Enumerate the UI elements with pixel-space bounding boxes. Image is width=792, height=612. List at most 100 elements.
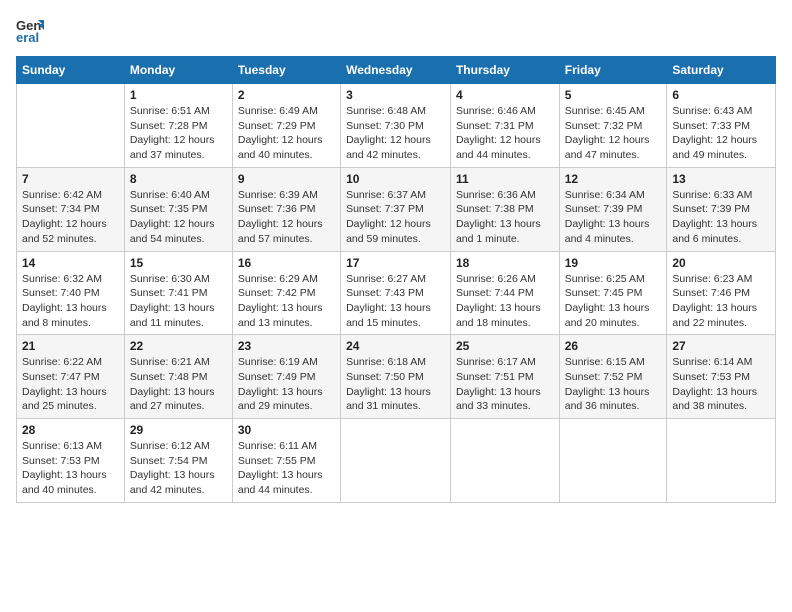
day-number: 9 bbox=[238, 172, 335, 186]
calendar-cell: 20 Sunrise: 6:23 AMSunset: 7:46 PMDayligh… bbox=[667, 251, 776, 335]
day-number: 22 bbox=[130, 339, 227, 353]
calendar-cell: 3 Sunrise: 6:48 AMSunset: 7:30 PMDaylight… bbox=[341, 84, 451, 168]
day-info: Sunrise: 6:39 AMSunset: 7:36 PMDaylight:… bbox=[238, 188, 335, 247]
general-blue-icon: Gen eral bbox=[16, 16, 44, 44]
calendar-week-row: 1Sunrise: 6:51 AMSunset: 7:28 PMDaylight… bbox=[17, 84, 776, 168]
calendar-cell bbox=[341, 419, 451, 503]
weekday-header: Thursday bbox=[450, 57, 559, 84]
day-number: 23 bbox=[238, 339, 335, 353]
weekday-header: Wednesday bbox=[341, 57, 451, 84]
calendar-cell: 4Sunrise: 6:46 AMSunset: 7:31 PMDaylight… bbox=[450, 84, 559, 168]
day-info: Sunrise: 6:48 AMSunset: 7:30 PMDaylight:… bbox=[346, 104, 445, 163]
calendar-cell: 27 Sunrise: 6:14 AMSunset: 7:53 PMDayligh… bbox=[667, 335, 776, 419]
day-number: 4 bbox=[456, 88, 554, 102]
day-info: Sunrise: 6:33 AMSunset: 7:39 PMDaylight:… bbox=[672, 188, 770, 247]
day-number: 18 bbox=[456, 256, 554, 270]
day-number: 29 bbox=[130, 423, 227, 437]
day-number: 17 bbox=[346, 256, 445, 270]
calendar-week-row: 21 Sunrise: 6:22 AMSunset: 7:47 PMDayligh… bbox=[17, 335, 776, 419]
calendar-cell: 14 Sunrise: 6:32 AMSunset: 7:40 PMDayligh… bbox=[17, 251, 125, 335]
calendar-cell bbox=[559, 419, 667, 503]
day-info: Sunrise: 6:12 AMSunset: 7:54 PMDaylight:… bbox=[130, 439, 227, 498]
day-number: 26 bbox=[565, 339, 662, 353]
day-number: 27 bbox=[672, 339, 770, 353]
day-number: 15 bbox=[130, 256, 227, 270]
calendar-cell: 29 Sunrise: 6:12 AMSunset: 7:54 PMDayligh… bbox=[124, 419, 232, 503]
calendar-header-row: SundayMondayTuesdayWednesdayThursdayFrid… bbox=[17, 57, 776, 84]
day-info: Sunrise: 6:23 AMSunset: 7:46 PMDaylight:… bbox=[672, 272, 770, 331]
page-header: Gen eral bbox=[16, 16, 776, 44]
day-info: Sunrise: 6:15 AMSunset: 7:52 PMDaylight:… bbox=[565, 355, 662, 414]
day-number: 10 bbox=[346, 172, 445, 186]
calendar-cell: 13 Sunrise: 6:33 AMSunset: 7:39 PMDayligh… bbox=[667, 167, 776, 251]
day-info: Sunrise: 6:37 AMSunset: 7:37 PMDaylight:… bbox=[346, 188, 445, 247]
logo: Gen eral bbox=[16, 16, 48, 44]
calendar-week-row: 28Sunrise: 6:13 AMSunset: 7:53 PMDayligh… bbox=[17, 419, 776, 503]
calendar-cell: 30 Sunrise: 6:11 AMSunset: 7:55 PMDayligh… bbox=[232, 419, 340, 503]
day-number: 19 bbox=[565, 256, 662, 270]
day-number: 14 bbox=[22, 256, 119, 270]
day-info: Sunrise: 6:45 AMSunset: 7:32 PMDaylight:… bbox=[565, 104, 662, 163]
day-number: 20 bbox=[672, 256, 770, 270]
calendar-cell: 1Sunrise: 6:51 AMSunset: 7:28 PMDaylight… bbox=[124, 84, 232, 168]
day-info: Sunrise: 6:29 AMSunset: 7:42 PMDaylight:… bbox=[238, 272, 335, 331]
weekday-header: Tuesday bbox=[232, 57, 340, 84]
day-info: Sunrise: 6:25 AMSunset: 7:45 PMDaylight:… bbox=[565, 272, 662, 331]
calendar-cell: 21 Sunrise: 6:22 AMSunset: 7:47 PMDayligh… bbox=[17, 335, 125, 419]
day-info: Sunrise: 6:40 AMSunset: 7:35 PMDaylight:… bbox=[130, 188, 227, 247]
day-info: Sunrise: 6:49 AMSunset: 7:29 PMDaylight:… bbox=[238, 104, 335, 163]
day-number: 8 bbox=[130, 172, 227, 186]
calendar-cell bbox=[17, 84, 125, 168]
day-info: Sunrise: 6:34 AMSunset: 7:39 PMDaylight:… bbox=[565, 188, 662, 247]
calendar-cell: 22 Sunrise: 6:21 AMSunset: 7:48 PMDayligh… bbox=[124, 335, 232, 419]
day-info: Sunrise: 6:26 AMSunset: 7:44 PMDaylight:… bbox=[456, 272, 554, 331]
day-number: 12 bbox=[565, 172, 662, 186]
calendar-body: 1Sunrise: 6:51 AMSunset: 7:28 PMDaylight… bbox=[17, 84, 776, 503]
calendar-cell: 8 Sunrise: 6:40 AMSunset: 7:35 PMDaylight… bbox=[124, 167, 232, 251]
calendar-week-row: 14 Sunrise: 6:32 AMSunset: 7:40 PMDayligh… bbox=[17, 251, 776, 335]
day-info: Sunrise: 6:43 AMSunset: 7:33 PMDaylight:… bbox=[672, 104, 770, 163]
day-number: 11 bbox=[456, 172, 554, 186]
day-info: Sunrise: 6:36 AMSunset: 7:38 PMDaylight:… bbox=[456, 188, 554, 247]
day-info: Sunrise: 6:30 AMSunset: 7:41 PMDaylight:… bbox=[130, 272, 227, 331]
day-number: 24 bbox=[346, 339, 445, 353]
day-number: 21 bbox=[22, 339, 119, 353]
calendar-cell: 9 Sunrise: 6:39 AMSunset: 7:36 PMDaylight… bbox=[232, 167, 340, 251]
day-info: Sunrise: 6:42 AMSunset: 7:34 PMDaylight:… bbox=[22, 188, 119, 247]
calendar-cell: 25Sunrise: 6:17 AMSunset: 7:51 PMDayligh… bbox=[450, 335, 559, 419]
day-number: 25 bbox=[456, 339, 554, 353]
day-number: 28 bbox=[22, 423, 119, 437]
calendar-cell: 26 Sunrise: 6:15 AMSunset: 7:52 PMDayligh… bbox=[559, 335, 667, 419]
calendar-cell: 23 Sunrise: 6:19 AMSunset: 7:49 PMDayligh… bbox=[232, 335, 340, 419]
day-info: Sunrise: 6:18 AMSunset: 7:50 PMDaylight:… bbox=[346, 355, 445, 414]
day-number: 13 bbox=[672, 172, 770, 186]
calendar-table: SundayMondayTuesdayWednesdayThursdayFrid… bbox=[16, 56, 776, 503]
day-info: Sunrise: 6:21 AMSunset: 7:48 PMDaylight:… bbox=[130, 355, 227, 414]
day-number: 1 bbox=[130, 88, 227, 102]
day-number: 5 bbox=[565, 88, 662, 102]
day-number: 2 bbox=[238, 88, 335, 102]
calendar-cell: 11 Sunrise: 6:36 AMSunset: 7:38 PMDayligh… bbox=[450, 167, 559, 251]
day-info: Sunrise: 6:19 AMSunset: 7:49 PMDaylight:… bbox=[238, 355, 335, 414]
calendar-cell bbox=[450, 419, 559, 503]
day-number: 16 bbox=[238, 256, 335, 270]
day-info: Sunrise: 6:11 AMSunset: 7:55 PMDaylight:… bbox=[238, 439, 335, 498]
day-number: 3 bbox=[346, 88, 445, 102]
calendar-cell: 12 Sunrise: 6:34 AMSunset: 7:39 PMDayligh… bbox=[559, 167, 667, 251]
day-info: Sunrise: 6:22 AMSunset: 7:47 PMDaylight:… bbox=[22, 355, 119, 414]
calendar-cell: 16 Sunrise: 6:29 AMSunset: 7:42 PMDayligh… bbox=[232, 251, 340, 335]
calendar-cell: 7Sunrise: 6:42 AMSunset: 7:34 PMDaylight… bbox=[17, 167, 125, 251]
weekday-header: Saturday bbox=[667, 57, 776, 84]
calendar-cell: 24 Sunrise: 6:18 AMSunset: 7:50 PMDayligh… bbox=[341, 335, 451, 419]
day-number: 30 bbox=[238, 423, 335, 437]
day-number: 6 bbox=[672, 88, 770, 102]
day-info: Sunrise: 6:27 AMSunset: 7:43 PMDaylight:… bbox=[346, 272, 445, 331]
calendar-cell: 6 Sunrise: 6:43 AMSunset: 7:33 PMDaylight… bbox=[667, 84, 776, 168]
weekday-header: Monday bbox=[124, 57, 232, 84]
day-info: Sunrise: 6:32 AMSunset: 7:40 PMDaylight:… bbox=[22, 272, 119, 331]
day-info: Sunrise: 6:14 AMSunset: 7:53 PMDaylight:… bbox=[672, 355, 770, 414]
calendar-cell: 28Sunrise: 6:13 AMSunset: 7:53 PMDayligh… bbox=[17, 419, 125, 503]
weekday-header: Friday bbox=[559, 57, 667, 84]
calendar-cell: 10 Sunrise: 6:37 AMSunset: 7:37 PMDayligh… bbox=[341, 167, 451, 251]
calendar-cell: 18 Sunrise: 6:26 AMSunset: 7:44 PMDayligh… bbox=[450, 251, 559, 335]
